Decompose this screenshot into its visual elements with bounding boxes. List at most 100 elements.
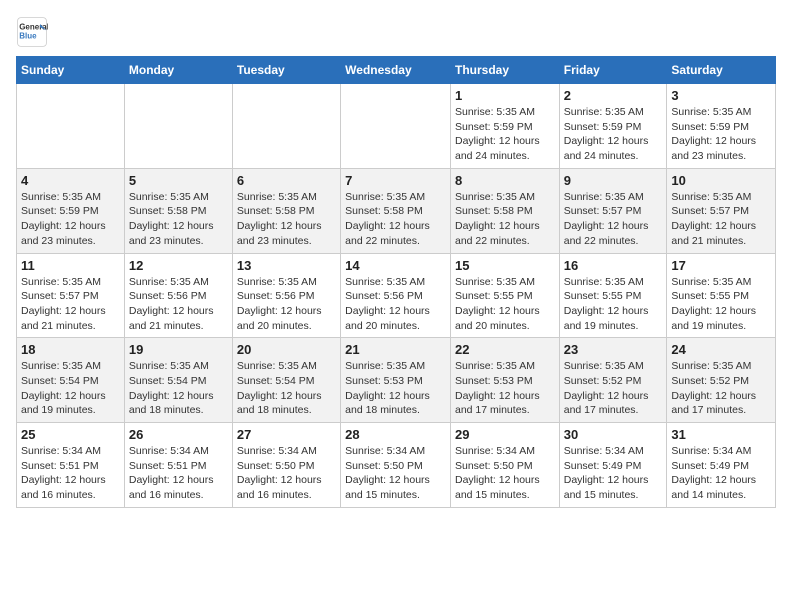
calendar-cell: 10 Sunrise: 5:35 AM Sunset: 5:57 PM Dayli…	[667, 168, 776, 253]
day-info: Sunrise: 5:35 AM Sunset: 5:56 PM Dayligh…	[345, 275, 446, 334]
day-info: Sunrise: 5:35 AM Sunset: 5:58 PM Dayligh…	[455, 190, 555, 249]
day-info: Sunrise: 5:35 AM Sunset: 5:56 PM Dayligh…	[237, 275, 336, 334]
svg-text:General: General	[19, 23, 48, 32]
calendar-cell: 7Sunrise: 5:35 AM Sunset: 5:58 PM Daylig…	[341, 168, 451, 253]
day-number: 4	[21, 173, 120, 188]
day-info: Sunrise: 5:35 AM Sunset: 5:54 PM Dayligh…	[21, 359, 120, 418]
calendar-table: SundayMondayTuesdayWednesdayThursdayFrid…	[16, 56, 776, 508]
calendar-week-row: 4 Sunrise: 5:35 AM Sunset: 5:59 PM Daylig…	[17, 168, 776, 253]
day-info: Sunrise: 5:34 AM Sunset: 5:50 PM Dayligh…	[237, 444, 336, 503]
calendar-cell: 8Sunrise: 5:35 AM Sunset: 5:58 PM Daylig…	[450, 168, 559, 253]
day-info: Sunrise: 5:35 AM Sunset: 5:57 PM Dayligh…	[21, 275, 120, 334]
day-info: Sunrise: 5:35 AM Sunset: 5:58 PM Dayligh…	[345, 190, 446, 249]
day-number: 31	[671, 427, 771, 442]
header-row: SundayMondayTuesdayWednesdayThursdayFrid…	[17, 57, 776, 84]
day-info: Sunrise: 5:35 AM Sunset: 5:52 PM Dayligh…	[564, 359, 663, 418]
day-number: 28	[345, 427, 446, 442]
calendar-cell: 20 Sunrise: 5:35 AM Sunset: 5:54 PM Dayli…	[232, 338, 340, 423]
day-info: Sunrise: 5:34 AM Sunset: 5:49 PM Dayligh…	[671, 444, 771, 503]
calendar-cell: 1Sunrise: 5:35 AM Sunset: 5:59 PM Daylig…	[450, 84, 559, 169]
logo-icon: General Blue	[16, 16, 48, 48]
calendar-cell: 11Sunrise: 5:35 AM Sunset: 5:57 PM Dayli…	[17, 253, 125, 338]
day-number: 15	[455, 258, 555, 273]
day-number: 5	[129, 173, 228, 188]
day-number: 30	[564, 427, 663, 442]
calendar-cell: 9 Sunrise: 5:35 AM Sunset: 5:57 PM Daylig…	[559, 168, 667, 253]
day-info: Sunrise: 5:35 AM Sunset: 5:55 PM Dayligh…	[455, 275, 555, 334]
day-info: Sunrise: 5:35 AM Sunset: 5:56 PM Dayligh…	[129, 275, 228, 334]
day-number: 26	[129, 427, 228, 442]
day-info: Sunrise: 5:35 AM Sunset: 5:54 PM Dayligh…	[237, 359, 336, 418]
day-info: Sunrise: 5:35 AM Sunset: 5:59 PM Dayligh…	[21, 190, 120, 249]
day-number: 9	[564, 173, 663, 188]
calendar-week-row: 18 Sunrise: 5:35 AM Sunset: 5:54 PM Dayli…	[17, 338, 776, 423]
calendar-cell: 27 Sunrise: 5:34 AM Sunset: 5:50 PM Dayli…	[232, 423, 340, 508]
day-of-week-header: Sunday	[17, 57, 125, 84]
day-of-week-header: Monday	[124, 57, 232, 84]
day-info: Sunrise: 5:34 AM Sunset: 5:50 PM Dayligh…	[345, 444, 446, 503]
day-number: 24	[671, 342, 771, 357]
day-number: 13	[237, 258, 336, 273]
day-of-week-header: Saturday	[667, 57, 776, 84]
calendar-cell: 25 Sunrise: 5:34 AM Sunset: 5:51 PM Dayli…	[17, 423, 125, 508]
day-number: 18	[21, 342, 120, 357]
calendar-cell: 2Sunrise: 5:35 AM Sunset: 5:59 PM Daylig…	[559, 84, 667, 169]
day-of-week-header: Friday	[559, 57, 667, 84]
calendar-cell: 29 Sunrise: 5:34 AM Sunset: 5:50 PM Dayli…	[450, 423, 559, 508]
calendar-cell: 24Sunrise: 5:35 AM Sunset: 5:52 PM Dayli…	[667, 338, 776, 423]
calendar-cell: 18 Sunrise: 5:35 AM Sunset: 5:54 PM Dayli…	[17, 338, 125, 423]
day-of-week-header: Wednesday	[341, 57, 451, 84]
day-info: Sunrise: 5:35 AM Sunset: 5:53 PM Dayligh…	[455, 359, 555, 418]
day-info: Sunrise: 5:35 AM Sunset: 5:57 PM Dayligh…	[564, 190, 663, 249]
day-info: Sunrise: 5:35 AM Sunset: 5:53 PM Dayligh…	[345, 359, 446, 418]
day-info: Sunrise: 5:34 AM Sunset: 5:51 PM Dayligh…	[129, 444, 228, 503]
day-info: Sunrise: 5:35 AM Sunset: 5:57 PM Dayligh…	[671, 190, 771, 249]
calendar-body: 1Sunrise: 5:35 AM Sunset: 5:59 PM Daylig…	[17, 84, 776, 508]
calendar-cell: 16 Sunrise: 5:35 AM Sunset: 5:55 PM Dayli…	[559, 253, 667, 338]
day-info: Sunrise: 5:34 AM Sunset: 5:49 PM Dayligh…	[564, 444, 663, 503]
logo: General Blue	[16, 16, 48, 48]
calendar-cell: 12 Sunrise: 5:35 AM Sunset: 5:56 PM Dayli…	[124, 253, 232, 338]
calendar-cell: 19 Sunrise: 5:35 AM Sunset: 5:54 PM Dayli…	[124, 338, 232, 423]
calendar-week-row: 11Sunrise: 5:35 AM Sunset: 5:57 PM Dayli…	[17, 253, 776, 338]
day-number: 12	[129, 258, 228, 273]
calendar-cell: 21 Sunrise: 5:35 AM Sunset: 5:53 PM Dayli…	[341, 338, 451, 423]
calendar-cell: 13 Sunrise: 5:35 AM Sunset: 5:56 PM Dayli…	[232, 253, 340, 338]
calendar-cell: 5Sunrise: 5:35 AM Sunset: 5:58 PM Daylig…	[124, 168, 232, 253]
calendar-cell: 3Sunrise: 5:35 AM Sunset: 5:59 PM Daylig…	[667, 84, 776, 169]
calendar-cell	[341, 84, 451, 169]
calendar-cell: 6Sunrise: 5:35 AM Sunset: 5:58 PM Daylig…	[232, 168, 340, 253]
day-number: 19	[129, 342, 228, 357]
calendar-cell: 17Sunrise: 5:35 AM Sunset: 5:55 PM Dayli…	[667, 253, 776, 338]
calendar-cell	[232, 84, 340, 169]
calendar-cell: 30 Sunrise: 5:34 AM Sunset: 5:49 PM Dayli…	[559, 423, 667, 508]
calendar-cell: 14 Sunrise: 5:35 AM Sunset: 5:56 PM Dayli…	[341, 253, 451, 338]
day-number: 17	[671, 258, 771, 273]
day-info: Sunrise: 5:34 AM Sunset: 5:51 PM Dayligh…	[21, 444, 120, 503]
day-number: 21	[345, 342, 446, 357]
day-number: 29	[455, 427, 555, 442]
calendar-cell: 31 Sunrise: 5:34 AM Sunset: 5:49 PM Dayli…	[667, 423, 776, 508]
day-info: Sunrise: 5:35 AM Sunset: 5:54 PM Dayligh…	[129, 359, 228, 418]
day-number: 14	[345, 258, 446, 273]
day-number: 22	[455, 342, 555, 357]
calendar-cell	[17, 84, 125, 169]
calendar-cell: 4 Sunrise: 5:35 AM Sunset: 5:59 PM Daylig…	[17, 168, 125, 253]
day-number: 23	[564, 342, 663, 357]
calendar-cell: 22 Sunrise: 5:35 AM Sunset: 5:53 PM Dayli…	[450, 338, 559, 423]
day-number: 16	[564, 258, 663, 273]
calendar-week-row: 1Sunrise: 5:35 AM Sunset: 5:59 PM Daylig…	[17, 84, 776, 169]
day-info: Sunrise: 5:34 AM Sunset: 5:50 PM Dayligh…	[455, 444, 555, 503]
day-number: 20	[237, 342, 336, 357]
day-number: 10	[671, 173, 771, 188]
day-of-week-header: Thursday	[450, 57, 559, 84]
calendar-week-row: 25 Sunrise: 5:34 AM Sunset: 5:51 PM Dayli…	[17, 423, 776, 508]
day-number: 27	[237, 427, 336, 442]
day-info: Sunrise: 5:35 AM Sunset: 5:55 PM Dayligh…	[564, 275, 663, 334]
day-number: 2	[564, 88, 663, 103]
calendar-header: SundayMondayTuesdayWednesdayThursdayFrid…	[17, 57, 776, 84]
calendar-cell: 23 Sunrise: 5:35 AM Sunset: 5:52 PM Dayli…	[559, 338, 667, 423]
day-number: 25	[21, 427, 120, 442]
calendar-cell: 26 Sunrise: 5:34 AM Sunset: 5:51 PM Dayli…	[124, 423, 232, 508]
svg-text:Blue: Blue	[19, 31, 37, 40]
